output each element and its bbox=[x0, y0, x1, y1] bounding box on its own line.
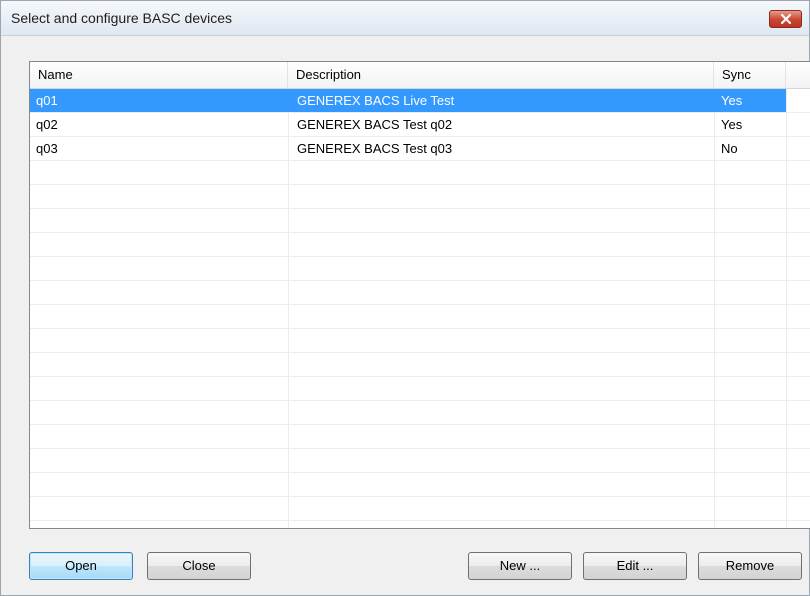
empty-list-row bbox=[30, 377, 810, 401]
empty-list-row bbox=[30, 449, 810, 473]
list-row[interactable]: q01 GENEREX BACS Live Test Yes bbox=[30, 89, 810, 113]
open-button[interactable]: Open bbox=[29, 552, 133, 580]
remove-button[interactable]: Remove bbox=[698, 552, 802, 580]
new-button[interactable]: New ... bbox=[468, 552, 572, 580]
edit-button[interactable]: Edit ... bbox=[583, 552, 687, 580]
cell-name: q01 bbox=[30, 89, 288, 112]
cell-sync: Yes bbox=[714, 89, 786, 112]
list-header: Name Description Sync bbox=[30, 62, 810, 89]
cell-name: q03 bbox=[36, 141, 58, 156]
column-header-name[interactable]: Name bbox=[30, 62, 288, 88]
empty-list-row bbox=[30, 305, 810, 329]
close-button[interactable]: Close bbox=[147, 552, 251, 580]
column-header-sync[interactable]: Sync bbox=[714, 62, 786, 88]
empty-list-row bbox=[30, 353, 810, 377]
empty-list-row bbox=[30, 257, 810, 281]
list-row[interactable]: q02 GENEREX BACS Test q02 Yes bbox=[30, 113, 810, 137]
list-row[interactable]: q03 GENEREX BACS Test q03 No bbox=[30, 137, 810, 161]
empty-list-row bbox=[30, 281, 810, 305]
column-header-description[interactable]: Description bbox=[288, 62, 714, 88]
empty-list-row bbox=[30, 233, 810, 257]
cell-name: q02 bbox=[36, 117, 58, 132]
list-body: q01 GENEREX BACS Live Test Yes q02 GENER… bbox=[30, 89, 810, 528]
window-close-button[interactable] bbox=[769, 10, 802, 28]
empty-list-row bbox=[30, 209, 810, 233]
empty-list-row bbox=[30, 497, 810, 521]
empty-list-row bbox=[30, 401, 810, 425]
cell-description: GENEREX BACS Test q02 bbox=[297, 117, 453, 132]
device-list[interactable]: Name Description Sync q01 GENEREX BACS L… bbox=[29, 61, 810, 529]
empty-list-row bbox=[30, 185, 810, 209]
cell-description: GENEREX BACS Test q03 bbox=[297, 141, 453, 156]
cell-sync: No bbox=[721, 141, 738, 156]
title-bar: Select and configure BASC devices bbox=[1, 1, 809, 36]
cell-description: GENEREX BACS Live Test bbox=[288, 89, 714, 112]
empty-list-row bbox=[30, 521, 810, 528]
empty-list-row bbox=[30, 473, 810, 497]
cell-sync: Yes bbox=[721, 117, 743, 132]
window-title: Select and configure BASC devices bbox=[11, 10, 233, 26]
empty-list-row bbox=[30, 425, 810, 449]
close-icon bbox=[781, 14, 791, 24]
empty-list-row bbox=[30, 161, 810, 185]
dialog-window: Select and configure BASC devices Name D… bbox=[0, 0, 810, 596]
empty-list-row bbox=[30, 329, 810, 353]
